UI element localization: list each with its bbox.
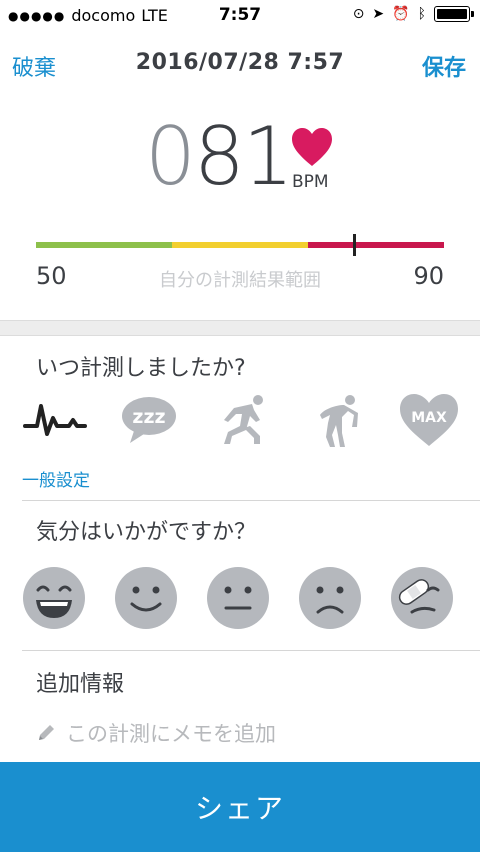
location-icon: ➤ [372, 6, 385, 22]
svg-text:zzz: zzz [132, 406, 165, 428]
section-separator [0, 320, 480, 336]
pencil-icon [39, 725, 54, 740]
additional-info-title: 追加情報 [36, 672, 125, 697]
activity-after-exercise[interactable] [303, 390, 369, 450]
heart-icon [292, 128, 332, 166]
mood-happy[interactable] [114, 566, 178, 630]
share-button[interactable]: シェア [0, 762, 480, 852]
svg-text:MAX: MAX [411, 410, 447, 426]
activity-selected-label: 一般設定 [22, 471, 90, 491]
mood-injured[interactable] [390, 566, 454, 630]
activity-sleep[interactable]: zzz [116, 390, 182, 450]
after-exercise-icon [319, 395, 358, 447]
status-bar: ●●●●● docomo LTE 7:57 ⊙ ➤ ⏰ ᛒ [0, 0, 480, 32]
general-icon [23, 404, 87, 436]
memo-input[interactable]: この計測にメモを追加 [36, 718, 276, 748]
mood-very-happy[interactable] [22, 566, 86, 630]
heart-rate-reading: 081 BPM [145, 110, 365, 203]
range-max: 90 [413, 262, 444, 290]
mood-sad[interactable] [298, 566, 362, 630]
range-label: 自分の計測結果範囲 [159, 270, 321, 291]
mood-selector [22, 566, 454, 630]
neutral-icon [207, 567, 269, 629]
happy-icon [115, 567, 177, 629]
max-icon: MAX [400, 394, 458, 446]
sleep-icon: zzz [121, 397, 176, 443]
range-segment [171, 242, 308, 248]
bpm-value-main: 81 [193, 110, 294, 203]
divider [22, 500, 480, 501]
injured-icon [391, 567, 453, 629]
mood-neutral[interactable] [206, 566, 270, 630]
orientation-lock-icon: ⊙ [352, 6, 365, 22]
memo-placeholder: この計測にメモを追加 [66, 722, 276, 746]
very-happy-icon [23, 567, 85, 629]
bpm-unit: BPM [292, 172, 329, 192]
mood-question: 気分はいかがですか？ [36, 520, 257, 545]
nav-bar: 破棄 2016/07/28 7:57 保存 [0, 40, 480, 86]
status-right: ⊙ ➤ ⏰ ᛒ [352, 6, 474, 22]
activity-selector: zzz MAX [22, 390, 462, 450]
range-marker [353, 234, 357, 256]
activity-general[interactable] [22, 390, 88, 450]
before-exercise-icon [224, 395, 263, 444]
activity-before-exercise[interactable] [209, 390, 275, 450]
alarm-icon: ⏰ [392, 6, 410, 22]
share-label: シェア [194, 792, 285, 825]
range-bar [36, 242, 444, 248]
range-segment [36, 242, 172, 248]
save-button[interactable]: 保存 [422, 50, 466, 82]
page-title: 2016/07/28 7:57 [135, 50, 345, 75]
divider [22, 650, 480, 651]
battery-icon [434, 6, 474, 22]
activity-max[interactable]: MAX [396, 390, 462, 450]
bpm-value: 081 [145, 110, 294, 203]
when-question: いつ計測しましたか? [36, 356, 246, 381]
range-segment [307, 242, 444, 248]
bpm-value-lead: 0 [145, 110, 196, 203]
sad-icon [299, 567, 361, 629]
bluetooth-icon: ᛒ [417, 6, 426, 22]
